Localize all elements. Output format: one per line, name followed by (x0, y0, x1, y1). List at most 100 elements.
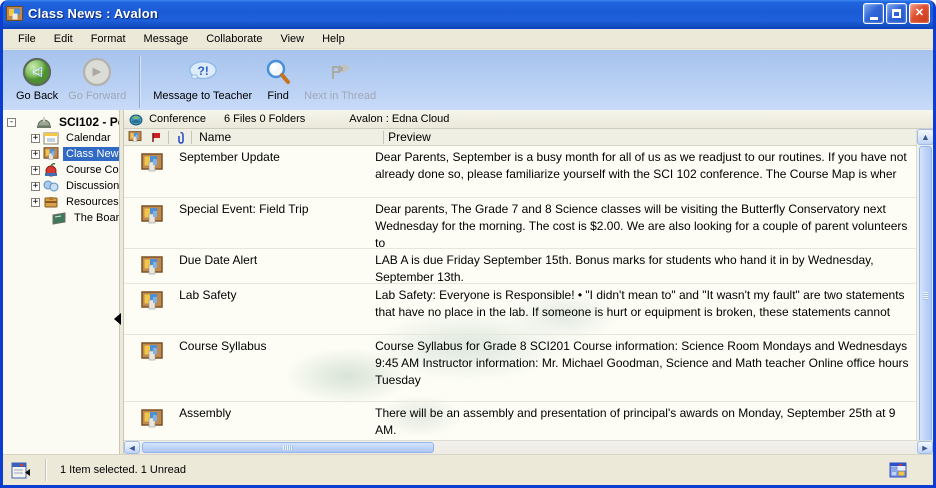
next-in-thread-label: Next in Thread (304, 90, 376, 102)
sidebar-item-course-content[interactable]: + Course Content (3, 162, 119, 178)
list-item[interactable]: Lab Safety Lab Safety: Everyone is Respo… (124, 284, 916, 335)
list-item[interactable]: Assembly There will be an assembly and p… (124, 402, 916, 436)
sidebar-item-label[interactable]: Discussions (63, 179, 120, 193)
expand-box[interactable]: + (31, 198, 40, 207)
minimize-button[interactable] (863, 3, 884, 24)
find-button[interactable]: Find (257, 54, 299, 104)
sidebar-item-label[interactable]: Calendar (63, 131, 114, 145)
menu-message[interactable]: Message (135, 30, 198, 48)
go-back-label: Go Back (16, 90, 58, 102)
svg-text:?!: ?! (197, 64, 209, 78)
item-name[interactable]: Lab Safety (179, 284, 375, 334)
item-type-column-icon[interactable] (124, 131, 146, 143)
expand-box[interactable]: + (31, 134, 40, 143)
message-rows: September Update Dear Parents, September… (124, 146, 933, 454)
tree-root-label[interactable]: SCI102 - Period 2 (56, 114, 120, 130)
conference-icon (128, 112, 145, 126)
menu-collaborate[interactable]: Collaborate (197, 30, 271, 48)
message-to-teacher-icon: ?! (187, 56, 219, 88)
item-name[interactable]: Assembly (179, 402, 375, 436)
item-name[interactable]: Due Date Alert (179, 249, 375, 283)
conference-location: Avalon : Edna Cloud (349, 113, 449, 125)
bulletin-icon (124, 249, 179, 283)
bulletin-icon (124, 335, 179, 401)
sidebar-item-label[interactable]: Resources (63, 195, 120, 209)
item-preview: Dear parents, The Grade 7 and 8 Science … (375, 198, 916, 248)
sidebar-item-calendar[interactable]: + Calendar (3, 130, 119, 146)
item-preview: Lab Safety: Everyone is Responsible! • "… (375, 284, 916, 334)
resources-icon (43, 195, 60, 210)
tree-root-sci102[interactable]: - SCI102 - Period 2 (3, 114, 119, 130)
find-icon (262, 56, 294, 88)
go-back-icon (21, 56, 53, 88)
main-content: - SCI102 - Period 2 + (3, 110, 933, 454)
horizontal-scroll-thumb[interactable] (142, 442, 434, 453)
go-forward-button[interactable]: Go Forward (63, 54, 131, 104)
menu-view[interactable]: View (271, 30, 313, 48)
list-item[interactable]: September Update Dear Parents, September… (124, 146, 916, 198)
item-name[interactable]: September Update (179, 146, 375, 197)
bulletin-icon (124, 146, 179, 197)
expand-box[interactable]: + (31, 166, 40, 175)
name-column-header[interactable]: Name (192, 130, 383, 144)
list-item[interactable]: Special Event: Field Trip Dear parents, … (124, 198, 916, 249)
status-separator (45, 459, 46, 481)
sidebar-item-label-selected[interactable]: Class News (63, 147, 120, 161)
conference-counts: 6 Files 0 Folders (224, 113, 305, 125)
next-in-thread-icon (324, 56, 356, 88)
flag-column-icon[interactable] (146, 132, 168, 143)
sidebar-item-label[interactable]: Course Content (63, 163, 120, 177)
next-in-thread-button[interactable]: Next in Thread (299, 54, 381, 104)
go-forward-label: Go Forward (68, 90, 126, 102)
scroll-left-button[interactable]: ◄ (124, 441, 140, 454)
vertical-scroll-thumb[interactable] (919, 146, 932, 446)
menu-edit[interactable]: Edit (45, 30, 82, 48)
maximize-button[interactable] (886, 3, 907, 24)
collapse-pane-arrow-icon[interactable] (114, 313, 121, 325)
discussions-icon (43, 179, 60, 194)
message-to-teacher-button[interactable]: ?! Message to Teacher (148, 54, 257, 104)
item-name[interactable]: Special Event: Field Trip (179, 198, 375, 248)
scroll-right-button[interactable]: ► (917, 441, 933, 454)
pane-toggle-icon[interactable] (11, 462, 31, 479)
message-to-teacher-label: Message to Teacher (153, 90, 252, 102)
app-window: Class News : Avalon ✕ File Edit Format M… (0, 0, 936, 488)
menu-format[interactable]: Format (82, 30, 135, 48)
bulletin-icon (124, 402, 179, 436)
go-back-button[interactable]: Go Back (11, 54, 63, 104)
sidebar-item-class-news[interactable]: + Class News (3, 146, 119, 162)
list-item[interactable]: Course Syllabus Course Syllabus for Grad… (124, 335, 916, 402)
bulletin-icon (124, 198, 179, 248)
horizontal-scrollbar[interactable]: ◄ ► (124, 440, 933, 454)
conference-type-label: Conference (149, 113, 206, 125)
item-preview: There will be an assembly and presentati… (375, 402, 916, 436)
sidebar-item-resources[interactable]: + Resources (3, 194, 119, 210)
close-button[interactable]: ✕ (909, 3, 930, 24)
split-view-icon[interactable] (889, 462, 907, 478)
scroll-up-button[interactable]: ▲ (917, 129, 933, 145)
sidebar-item-discussions[interactable]: + Discussions (3, 178, 119, 194)
sidebar-item-label[interactable]: The Board (71, 211, 120, 225)
collapse-box[interactable]: - (7, 118, 16, 127)
status-text: 1 Item selected. 1 Unread (60, 464, 889, 476)
find-label: Find (267, 90, 288, 102)
column-header-row: Name Preview (124, 129, 933, 146)
expand-box[interactable]: + (31, 150, 40, 159)
course-dome-icon (36, 115, 53, 130)
item-name[interactable]: Course Syllabus (179, 335, 375, 401)
course-content-icon (43, 163, 60, 178)
vertical-scrollbar[interactable]: ▲ ▼ (916, 129, 933, 440)
expand-box[interactable]: + (31, 182, 40, 191)
sidebar-item-the-board[interactable]: The Board (3, 210, 119, 226)
item-preview: Dear Parents, September is a busy month … (375, 146, 916, 197)
attachment-column-icon[interactable] (169, 131, 191, 144)
title-bar: Class News : Avalon ✕ (0, 0, 936, 29)
menu-file[interactable]: File (9, 30, 45, 48)
list-item[interactable]: Due Date Alert LAB A is due Friday Septe… (124, 249, 916, 284)
menu-help[interactable]: Help (313, 30, 354, 48)
go-forward-icon (81, 56, 113, 88)
preview-column-header[interactable]: Preview (384, 130, 933, 144)
conference-info-bar: Conference 6 Files 0 Folders Avalon : Ed… (124, 110, 933, 129)
app-icon (6, 6, 23, 21)
board-icon (51, 211, 68, 226)
